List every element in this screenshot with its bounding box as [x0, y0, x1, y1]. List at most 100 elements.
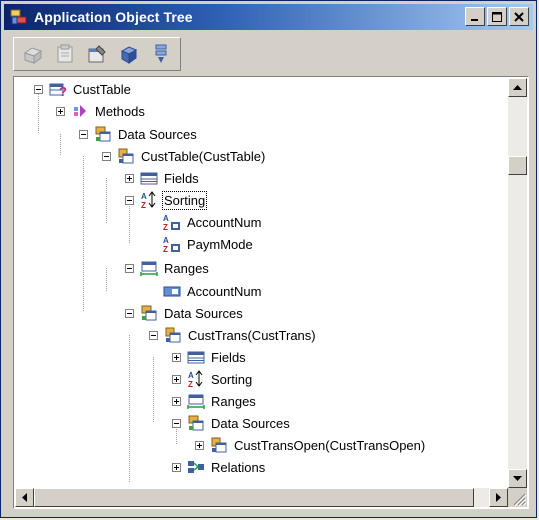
sort-az-icon: A Z: [141, 191, 156, 209]
properties-icon: [88, 45, 106, 63]
resize-grip[interactable]: [508, 488, 527, 507]
save-icon: [120, 46, 138, 64]
ranges-icon: [140, 261, 158, 276]
tree-node-label: PaymMode: [187, 236, 253, 252]
horizontal-scroll-thumb[interactable]: [34, 488, 474, 507]
object-tree[interactable]: ? CustTable Methods Data Sources CustTab…: [15, 78, 508, 488]
properties-button[interactable]: [84, 41, 110, 67]
tree-node-label: CustTransOpen(CustTransOpen): [234, 437, 426, 453]
expand-icon[interactable]: [172, 462, 181, 472]
tree-node-label: Data Sources: [118, 126, 197, 142]
tree-node-methods[interactable]: Methods: [56, 100, 146, 122]
tree-node-label: AccountNum: [187, 283, 262, 299]
scroll-left-button[interactable]: [15, 488, 34, 507]
tree-node-sort-accountnum[interactable]: A Z AccountNum: [163, 211, 262, 233]
tree-node-sorting[interactable]: A Z Sorting: [125, 189, 208, 211]
tree-node-relations[interactable]: Relations: [172, 456, 266, 478]
vertical-scroll-thumb[interactable]: [508, 156, 527, 175]
scroll-right-button[interactable]: [489, 488, 508, 507]
window-title: Application Object Tree: [34, 9, 193, 25]
tree-node-data-sources-3[interactable]: Data Sources: [172, 412, 291, 434]
tree-node-ranges-2[interactable]: Ranges: [172, 390, 257, 412]
collapse-icon[interactable]: [149, 330, 158, 340]
tree-node-label: Fields: [164, 170, 199, 186]
tree-node-label: Ranges: [211, 393, 256, 409]
minimize-button[interactable]: [465, 7, 485, 26]
tree-node-custtrans-datasource[interactable]: CustTrans(CustTrans): [149, 324, 317, 346]
svg-text:Z: Z: [188, 380, 193, 388]
minimize-icon: [471, 18, 478, 21]
data-source-icon: [165, 327, 181, 343]
svg-text:Z: Z: [141, 201, 146, 209]
data-sources-icon: [95, 126, 111, 142]
data-source-icon: [118, 148, 134, 164]
methods-icon: [74, 105, 86, 117]
collapse-icon[interactable]: [125, 263, 134, 273]
expand-icon[interactable]: [125, 173, 134, 183]
svg-text:A: A: [188, 371, 194, 380]
tree-node-label: CustTrans(CustTrans): [188, 327, 316, 343]
save-button[interactable]: [116, 41, 142, 67]
collapse-icon[interactable]: [102, 151, 111, 161]
filter-button[interactable]: [148, 41, 174, 67]
tree-node-label: CustTable(CustTable): [141, 148, 266, 164]
tree-node-ranges[interactable]: Ranges: [125, 257, 210, 279]
collapse-icon[interactable]: [172, 418, 181, 428]
new-button[interactable]: [20, 41, 46, 67]
close-icon: [514, 11, 524, 22]
range-field-icon: [163, 286, 181, 297]
tree-node-custtransopen-datasource[interactable]: CustTransOpen(CustTransOpen): [195, 434, 426, 456]
tree-node-label: Fields: [211, 349, 246, 365]
scroll-up-button[interactable]: [508, 78, 527, 97]
title-bar[interactable]: Application Object Tree: [4, 4, 533, 30]
tree-node-label: Sorting: [211, 371, 253, 387]
svg-text:A: A: [141, 192, 147, 201]
tree-node-label: CustTable: [73, 81, 131, 97]
svg-text:?: ?: [59, 84, 67, 98]
new-icon: [23, 47, 43, 64]
tree-node-data-sources-2[interactable]: Data Sources: [125, 302, 244, 324]
collapse-icon[interactable]: [125, 308, 134, 318]
tree-node-custtable-datasource[interactable]: CustTable(CustTable): [102, 145, 266, 167]
relations-icon: [188, 461, 204, 473]
tree-node-sorting-2[interactable]: A Z Sorting: [172, 368, 253, 390]
expand-icon[interactable]: [172, 396, 181, 406]
scroll-down-button[interactable]: [508, 469, 527, 488]
expand-icon[interactable]: [56, 106, 65, 116]
data-sources-icon: [141, 305, 157, 321]
sort-az-icon: A Z: [188, 370, 203, 388]
sort-field-icon: A Z: [163, 214, 180, 231]
fields-icon: [140, 172, 158, 185]
data-source-icon: [211, 437, 227, 453]
aot-app-icon: [10, 9, 27, 25]
tree-node-sort-paymmode[interactable]: A Z PaymMode: [163, 233, 254, 255]
tree-node-label: Data Sources: [211, 415, 290, 431]
tree-node-fields-2[interactable]: Fields: [172, 346, 247, 368]
vertical-scrollbar[interactable]: [508, 78, 527, 488]
tree-node-label: Relations: [211, 459, 266, 475]
tree-view-frame: ? CustTable Methods Data Sources CustTab…: [13, 76, 529, 509]
resize-grip-icon: [513, 493, 527, 507]
collapse-icon[interactable]: [79, 129, 88, 139]
tree-node-fields[interactable]: Fields: [125, 167, 200, 189]
tree-node-custtable[interactable]: ? CustTable: [34, 78, 132, 100]
close-button[interactable]: [509, 7, 529, 26]
expand-icon[interactable]: [172, 352, 181, 362]
svg-text:Z: Z: [163, 245, 168, 253]
svg-text:A: A: [163, 236, 169, 245]
new-item-button[interactable]: [52, 41, 78, 67]
sort-field-icon: A Z: [163, 236, 180, 253]
tree-node-data-sources[interactable]: Data Sources: [79, 123, 198, 145]
tree-node-range-accountnum[interactable]: AccountNum: [163, 280, 262, 302]
collapse-icon[interactable]: [125, 195, 134, 205]
expand-icon[interactable]: [172, 374, 181, 384]
collapse-icon[interactable]: [34, 84, 43, 94]
fields-icon: [187, 351, 205, 364]
expand-icon[interactable]: [195, 440, 204, 450]
application-object-tree-window: Application Object Tree ? CustTable Meth…: [0, 0, 537, 518]
svg-text:A: A: [163, 214, 169, 223]
horizontal-scrollbar[interactable]: [15, 488, 508, 507]
tree-node-label: Data Sources: [164, 305, 243, 321]
arrow-down-icon: [513, 475, 522, 481]
maximize-button[interactable]: [487, 7, 507, 26]
